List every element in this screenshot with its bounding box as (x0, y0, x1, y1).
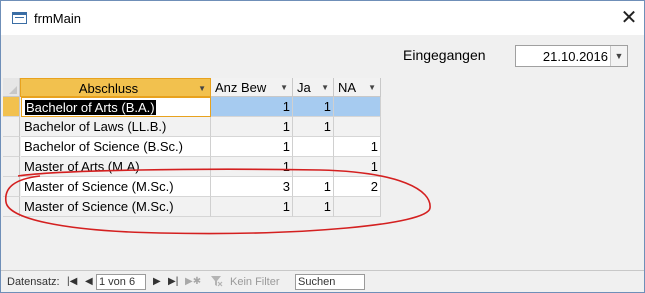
no-filter-label[interactable]: Kein Filter (230, 276, 280, 288)
received-label: Eingegangen (403, 47, 486, 63)
cell-na[interactable] (334, 97, 381, 117)
table-row[interactable]: Bachelor of Science (B.Sc.) 1 1 (3, 137, 381, 157)
filter-dropdown-icon[interactable]: ▼ (280, 78, 288, 97)
filter-dropdown-icon[interactable]: ▼ (198, 79, 206, 98)
datasheet-grid: Abschluss ▼ Anz Bew ▼ Ja ▼ NA ▼ Bachelor… (1, 77, 644, 270)
cell-abschluss[interactable]: Bachelor of Arts (B.A.) (21, 97, 211, 117)
filter-dropdown-icon[interactable]: ▼ (321, 78, 329, 97)
cell-anz-bew[interactable]: 1 (211, 157, 293, 177)
record-selector[interactable] (3, 117, 20, 137)
cell-anz-bew[interactable]: 3 (211, 177, 293, 197)
record-navigation-bar: Datensatz: |◀ ◀ 1 von 6 ▶ ▶| ▶✱ Kein Fil… (1, 270, 644, 292)
previous-record-icon[interactable]: ◀ (85, 275, 93, 288)
cell-ja[interactable]: 1 (293, 97, 334, 117)
table-row[interactable]: Master of Arts (M.A) 1 1 (3, 157, 381, 177)
cell-abschluss[interactable]: Bachelor of Laws (LL.B.) (21, 117, 211, 137)
received-date-combobox[interactable]: 21.10.2016 ▼ (515, 45, 628, 67)
cell-abschluss[interactable]: Bachelor of Science (B.Sc.) (21, 137, 211, 157)
cell-abschluss[interactable]: Master of Arts (M.A) (21, 157, 211, 177)
cell-anz-bew[interactable]: 1 (211, 197, 293, 217)
next-record-icon[interactable]: ▶ (153, 275, 161, 288)
record-label: Datensatz: (7, 276, 60, 288)
record-selector[interactable] (3, 137, 20, 157)
form-header: Eingegangen 21.10.2016 ▼ (1, 35, 644, 77)
cell-anz-bew[interactable]: 1 (211, 97, 293, 117)
cell-na[interactable]: 2 (334, 177, 381, 197)
column-header-ja[interactable]: Ja ▼ (293, 78, 334, 97)
cell-anz-bew[interactable]: 1 (211, 117, 293, 137)
cell-na[interactable]: 1 (334, 137, 381, 157)
search-input[interactable]: Suchen (295, 274, 365, 290)
title-bar: frmMain ✕ (1, 1, 644, 35)
column-header-anz-bew[interactable]: Anz Bew ▼ (211, 78, 293, 97)
cell-ja[interactable] (293, 157, 334, 177)
close-icon[interactable]: ✕ (618, 7, 640, 29)
received-date-value: 21.10.2016 (542, 49, 608, 64)
column-header-abschluss[interactable]: Abschluss ▼ (20, 78, 211, 97)
record-selector[interactable] (3, 97, 20, 117)
table-row[interactable]: Master of Science (M.Sc.) 1 1 (3, 197, 381, 217)
record-position-input[interactable]: 1 von 6 (96, 274, 146, 290)
column-header-na[interactable]: NA ▼ (334, 78, 381, 97)
cell-ja[interactable]: 1 (293, 197, 334, 217)
record-selector[interactable] (3, 157, 20, 177)
select-all-button[interactable] (3, 78, 20, 97)
form-icon (12, 12, 27, 24)
record-selector[interactable] (3, 177, 20, 197)
cell-abschluss[interactable]: Master of Science (M.Sc.) (21, 197, 211, 217)
cell-na[interactable] (334, 197, 381, 217)
last-record-icon[interactable]: ▶| (168, 275, 178, 288)
filter-icon (211, 276, 223, 287)
table-row[interactable]: Bachelor of Laws (LL.B.) 1 1 (3, 117, 381, 137)
cell-ja[interactable]: 1 (293, 117, 334, 137)
cell-anz-bew[interactable]: 1 (211, 137, 293, 157)
window-title: frmMain (34, 11, 81, 26)
first-record-icon[interactable]: |◀ (67, 275, 77, 288)
new-record-icon[interactable]: ▶✱ (185, 275, 201, 288)
table-row[interactable]: Bachelor of Arts (B.A.) 1 1 (3, 97, 381, 117)
cell-na[interactable] (334, 117, 381, 137)
cell-na[interactable]: 1 (334, 157, 381, 177)
filter-dropdown-icon[interactable]: ▼ (368, 78, 376, 97)
record-selector[interactable] (3, 197, 20, 217)
cell-ja[interactable]: 1 (293, 177, 334, 197)
cell-ja[interactable] (293, 137, 334, 157)
form-window: frmMain ✕ Eingegangen 21.10.2016 ▼ Absch… (0, 0, 645, 293)
chevron-down-icon[interactable]: ▼ (610, 46, 627, 66)
table-row[interactable]: Master of Science (M.Sc.) 3 1 2 (3, 177, 381, 197)
cell-abschluss[interactable]: Master of Science (M.Sc.) (21, 177, 211, 197)
